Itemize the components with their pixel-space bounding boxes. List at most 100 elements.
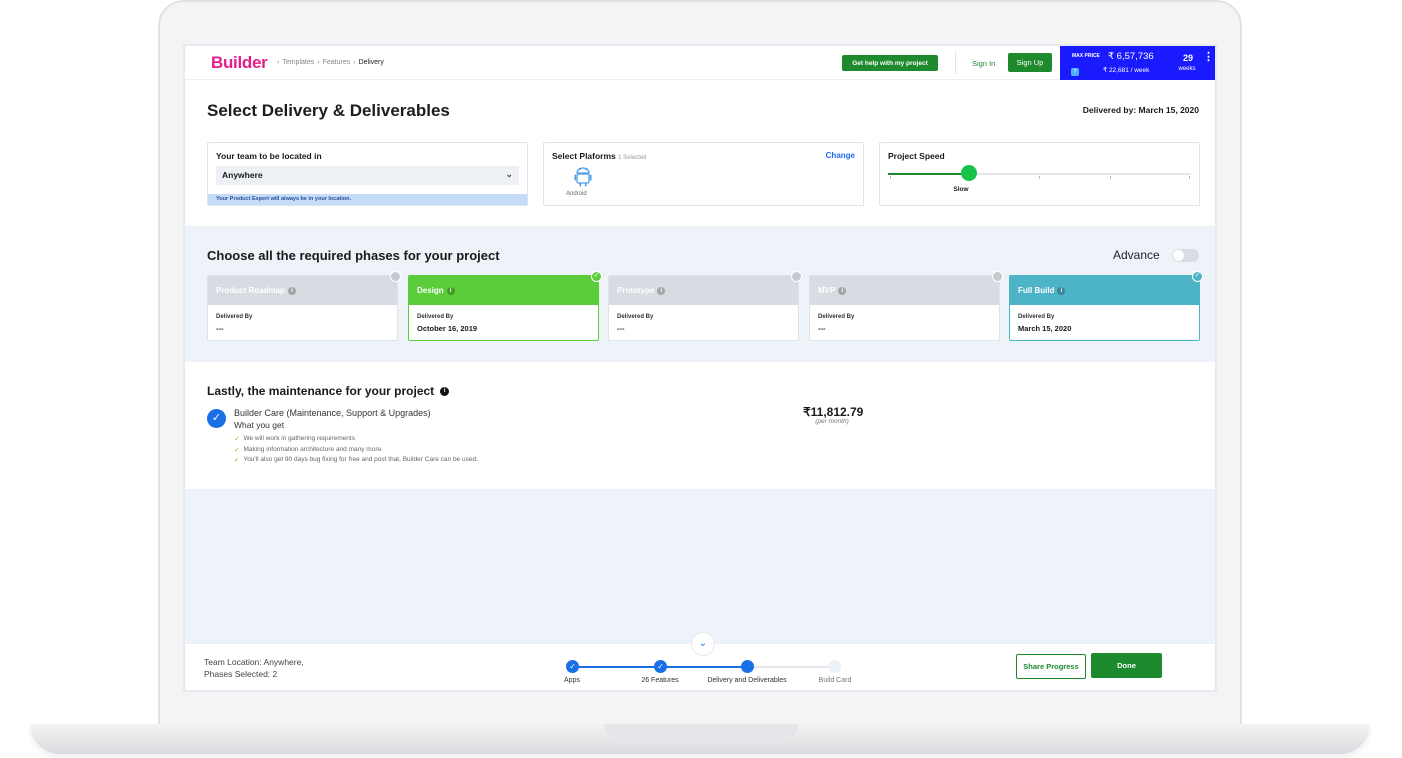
phase-delivered-date: --- — [216, 324, 224, 333]
phase-header: Design i — [409, 276, 598, 305]
info-icon[interactable]: i — [440, 386, 450, 396]
advance-toggle[interactable] — [1172, 249, 1199, 262]
breadcrumb-item-features[interactable]: Features — [323, 59, 351, 66]
top-header: Builder › Templates › Features › Deliver… — [185, 46, 1215, 80]
team-location-select[interactable]: Anywhere ⌄ — [216, 166, 519, 185]
builder-logo[interactable]: Builder — [211, 53, 268, 73]
step-delivery-current[interactable] — [741, 660, 754, 673]
weeks-count: 29 — [1182, 53, 1193, 63]
phase-delivered-label: Delivered By — [818, 314, 855, 320]
phase-card-product-roadmap[interactable]: Product Roadmap i Delivered By --- — [207, 271, 401, 341]
check-icon: ✓ — [1192, 271, 1203, 282]
breadcrumb-separator-icon: › — [317, 59, 320, 66]
builder-care-plan: Builder Care (Maintenance, Support & Upg… — [234, 408, 431, 418]
speed-tick — [890, 176, 891, 179]
android-icon[interactable] — [572, 167, 594, 192]
phase-delivered-label: Delivered By — [617, 314, 654, 320]
advance-label: Advance — [1113, 248, 1160, 262]
info-icon[interactable]: i — [838, 286, 847, 295]
change-platforms-link[interactable]: Change — [826, 151, 855, 160]
weeks-label: weeks — [1178, 66, 1196, 72]
speed-slider-track[interactable] — [888, 165, 1191, 181]
phase-card-full-build[interactable]: Full Build i Delivered By March 15, 2020 … — [1009, 271, 1203, 341]
info-icon[interactable]: i — [446, 286, 455, 295]
unselected-circle-icon — [791, 271, 802, 282]
phase-header: Full Build i — [1010, 276, 1199, 305]
check-icon: ✓ — [234, 436, 240, 443]
help-icon[interactable]: ? — [1071, 68, 1079, 76]
breadcrumb-item-templates[interactable]: Templates — [282, 59, 314, 66]
check-icon: ✓ — [234, 447, 240, 454]
chevron-down-icon[interactable]: ⌄ — [691, 632, 715, 656]
more-options-icon[interactable]: ⋮ — [1203, 52, 1214, 63]
phase-delivered-date: --- — [818, 324, 826, 333]
phase-name: Full Build — [1018, 286, 1055, 295]
breadcrumb-separator-icon: › — [353, 59, 356, 66]
breadcrumb-item-delivery: Delivery — [358, 59, 384, 66]
platforms-label: Select Plaforms 1 Selected — [552, 151, 647, 161]
weekly-price: ₹ 22,681 / week — [1103, 67, 1150, 74]
what-you-get-label: What you get — [234, 420, 285, 430]
phase-header: Prototype i — [609, 276, 798, 305]
footer-summary: Team Location: Anywhere, Phases Selected… — [204, 656, 304, 680]
builder-care-period: (per month) — [815, 418, 849, 425]
step-features-check-icon[interactable]: ✓ — [654, 660, 667, 673]
platforms-selected-count: 1 Selected — [618, 155, 647, 161]
delivered-by-date: Delivered by: March 15, 2020 — [1082, 105, 1199, 115]
benefit-text: We will work in gathering requirements — [243, 435, 355, 442]
team-location-label: Your team to be located in — [216, 151, 322, 161]
phases-title: Choose all the required phases for your … — [207, 248, 500, 263]
done-button[interactable]: Done — [1091, 653, 1162, 678]
delivery-section: Select Delivery & Deliverables Delivered… — [185, 80, 1215, 226]
speed-slider-handle[interactable] — [961, 165, 977, 181]
page-title: Select Delivery & Deliverables — [207, 101, 450, 120]
project-speed-card: Project Speed Slow — [879, 142, 1200, 206]
phase-delivered-date: March 15, 2020 — [1018, 324, 1072, 333]
share-progress-button[interactable]: Share Progress — [1016, 654, 1086, 679]
check-icon: ✓ — [234, 457, 240, 464]
phase-delivered-date: --- — [617, 324, 625, 333]
phase-card-mvp[interactable]: MVP i Delivered By --- — [809, 271, 1003, 341]
sign-up-button[interactable]: Sign Up — [1008, 53, 1052, 72]
info-icon[interactable]: i — [657, 286, 666, 295]
project-speed-label: Project Speed — [888, 151, 945, 161]
platforms-card: Select Plaforms 1 Selected Change Androi… — [543, 142, 864, 206]
benefit-item: ✓ Making information architecture and man… — [234, 446, 383, 454]
info-icon[interactable]: i — [287, 286, 296, 295]
step-apps-check-icon[interactable]: ✓ — [566, 660, 579, 673]
chevron-down-icon: ⌄ — [505, 169, 513, 179]
phase-delivered-date: October 16, 2019 — [417, 324, 478, 333]
phase-delivered-label: Delivered By — [216, 314, 253, 320]
phase-delivered-label: Delivered By — [417, 314, 454, 320]
step-label-features: 26 Features — [641, 677, 679, 684]
info-icon[interactable]: i — [1057, 286, 1066, 295]
phase-name: Prototype — [617, 286, 655, 295]
location-note: Your Product Expert will always be in yo… — [208, 194, 527, 205]
phases-selected-summary: Phases Selected: 2 — [204, 669, 278, 679]
price-summary[interactable]: MAX PRICE ? ₹ 6,57,736 ₹ 22,681 / week 2… — [1060, 46, 1215, 80]
team-location-card: Your team to be located in Anywhere ⌄ Yo… — [207, 142, 528, 206]
breadcrumb: › Templates › Features › Delivery — [277, 59, 384, 66]
step-label-delivery: Delivery and Deliverables — [707, 677, 787, 684]
step-label-apps: Apps — [564, 677, 580, 684]
get-help-button[interactable]: Get help with my project — [842, 55, 938, 71]
maintenance-title: Lastly, the maintenance for your project… — [207, 384, 450, 398]
platforms-title: Select Plaforms — [552, 151, 616, 161]
speed-value: Slow — [953, 186, 969, 193]
team-location-value: Anywhere — [222, 170, 263, 180]
unselected-circle-icon — [390, 271, 401, 282]
builder-care-checkbox[interactable]: ✓ — [207, 409, 226, 428]
phase-card-prototype[interactable]: Prototype i Delivered By --- — [608, 271, 802, 341]
phase-header: Product Roadmap i — [208, 276, 397, 305]
phase-name: Product Roadmap — [216, 286, 285, 295]
step-build-card[interactable] — [828, 660, 841, 673]
android-label: Android — [566, 191, 587, 197]
sign-in-link[interactable]: Sign In — [972, 59, 995, 68]
laptop-notch — [604, 724, 798, 738]
benefit-item: ✓ We will work in gathering requirements — [234, 435, 355, 443]
benefit-item: ✓ You'll also get 90 days bug fixing for … — [234, 456, 478, 464]
stepper-remaining-line — [747, 666, 835, 668]
phase-card-design[interactable]: Design i Delivered By October 16, 2019 ✓ — [408, 271, 602, 341]
check-icon: ✓ — [591, 271, 602, 282]
max-price-label: MAX PRICE — [1072, 53, 1100, 59]
